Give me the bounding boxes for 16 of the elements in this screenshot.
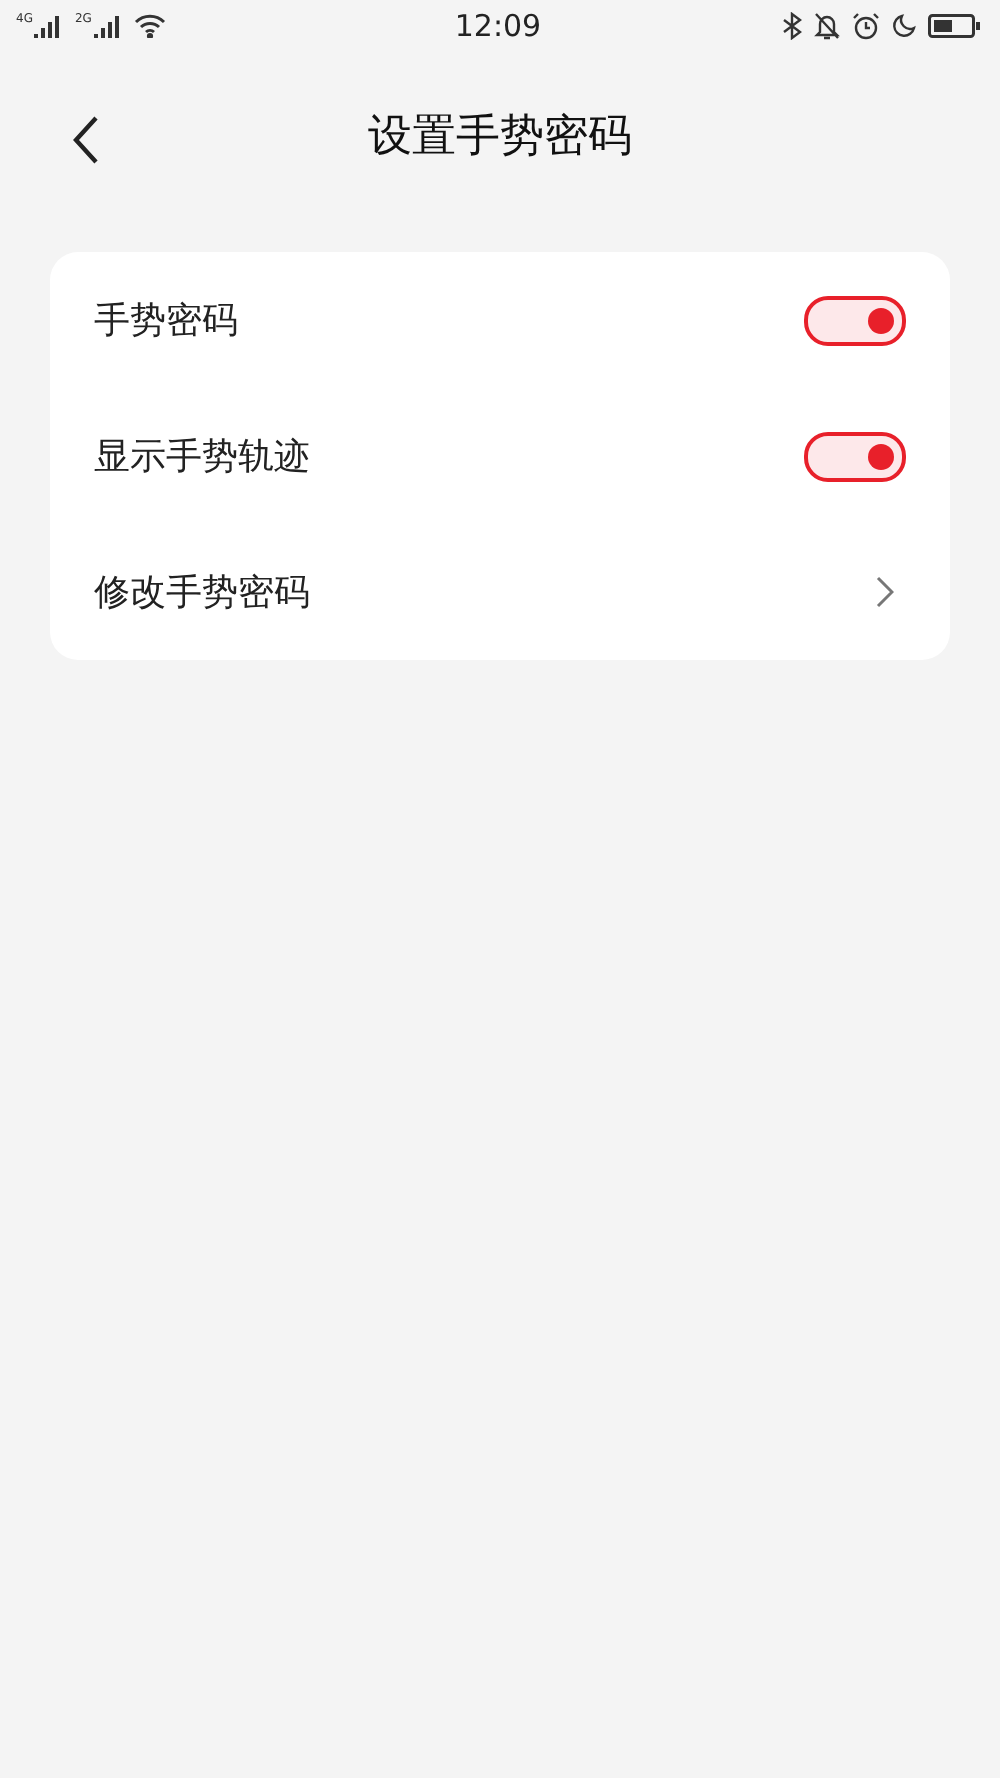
setting-label: 修改手势密码: [94, 570, 310, 616]
bluetooth-icon: [781, 12, 802, 40]
wifi-icon: [133, 14, 166, 38]
toggle-switch[interactable]: [804, 431, 906, 481]
signal-icon: [34, 14, 63, 38]
moon-icon: [891, 14, 916, 38]
toggle-switch[interactable]: [804, 295, 906, 345]
setting-label: 显示手势轨迹: [94, 434, 310, 480]
bell-muted-icon: [813, 12, 840, 40]
setting-label: 手势密码: [94, 298, 238, 344]
battery-icon: [927, 14, 980, 38]
chevron-right-icon[interactable]: [876, 576, 894, 608]
alarm-icon: [851, 12, 880, 40]
page-title: 设置手势密码: [368, 110, 632, 166]
signal-icon: [93, 14, 122, 38]
status-time: 12:09: [454, 8, 542, 44]
